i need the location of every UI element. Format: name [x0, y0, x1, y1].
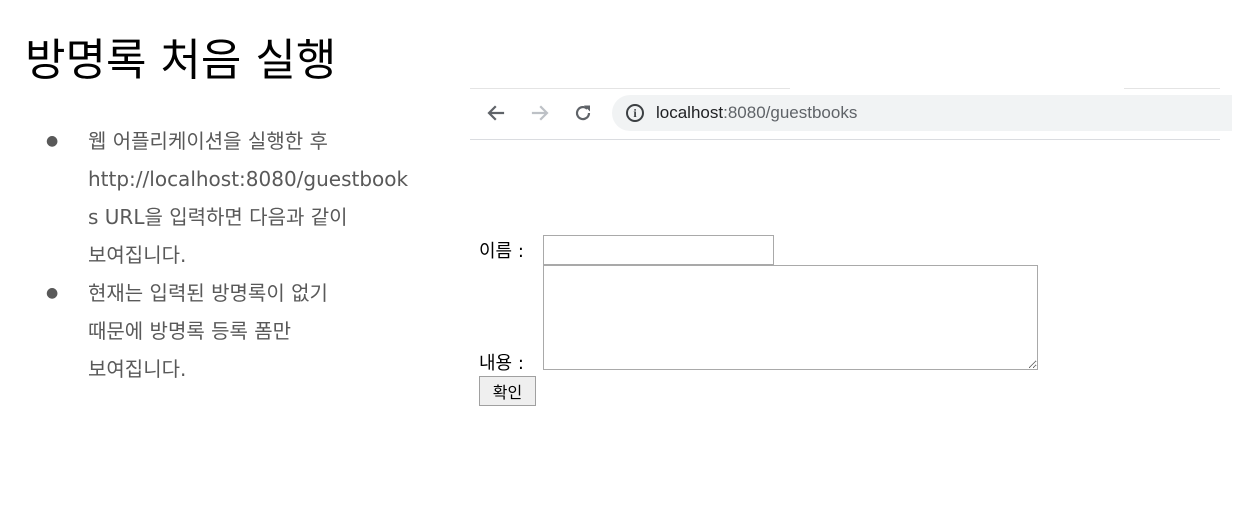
back-button[interactable]	[482, 99, 510, 127]
bullet-line: 보여집니다.	[88, 243, 187, 267]
bullet-line: 때문에 방명록 등록 폼만	[88, 319, 292, 343]
bullet-dot-icon: ●	[46, 133, 59, 149]
url-text: localhost:8080/guestbooks	[656, 103, 857, 123]
bullet-item-1: ● 웹 어플리케이션을 실행한 후 http://localhost:8080/…	[40, 122, 409, 274]
forward-button[interactable]	[526, 99, 554, 127]
bullet-line: 보여집니다.	[88, 357, 187, 381]
arrow-right-icon	[531, 105, 549, 121]
bullet-line: 현재는 입력된 방명록이 없기	[88, 281, 328, 305]
url-host: localhost	[656, 103, 724, 122]
slide-title: 방명록 처음 실행	[25, 35, 337, 86]
reload-button[interactable]	[569, 99, 597, 127]
submit-button[interactable]: 확인	[479, 376, 536, 406]
bullet-dot-icon: ●	[46, 285, 59, 301]
arrow-left-icon	[487, 105, 505, 121]
bullet-line: s URL을 입력하면 다음과 같이	[88, 205, 348, 229]
bullet-item-2: ● 현재는 입력된 방명록이 없기 때문에 방명록 등록 폼만 보여집니다.	[40, 274, 390, 388]
bullet-list: ● 웹 어플리케이션을 실행한 후 http://localhost:8080/…	[40, 122, 409, 388]
address-bar[interactable]: i localhost:8080/guestbooks	[612, 95, 1232, 131]
browser-toolbar: i localhost:8080/guestbooks	[470, 89, 1232, 140]
bullet-line: 웹 어플리케이션을 실행한 후	[88, 129, 328, 153]
reload-icon	[575, 105, 591, 121]
content-textarea[interactable]	[543, 265, 1038, 370]
url-path: :8080/guestbooks	[723, 103, 858, 122]
content-label: 내용 :	[479, 353, 524, 374]
name-input[interactable]	[543, 235, 774, 265]
bullet-line: http://localhost:8080/guestbook	[88, 167, 409, 191]
info-icon[interactable]: i	[626, 104, 644, 122]
name-label: 이름 :	[479, 241, 524, 262]
